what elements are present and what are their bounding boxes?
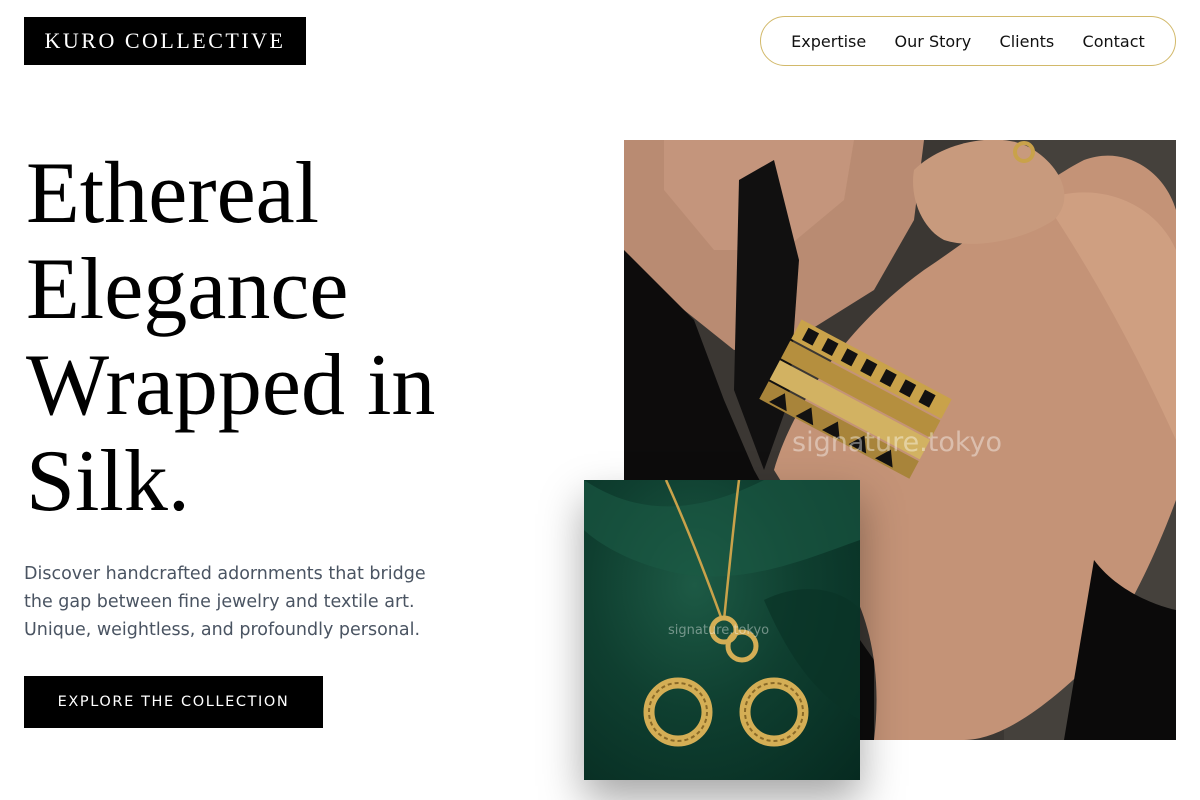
main-nav: Expertise Our Story Clients Contact (760, 16, 1176, 66)
brand-logo-text: KURO COLLECTIVE (44, 28, 286, 53)
hero-description: Discover handcrafted adornments that bri… (24, 560, 474, 644)
hero-description-line: Unique, weightless, and profoundly perso… (24, 620, 421, 640)
hero-headline-line: Wrapped in (26, 337, 436, 434)
hero-headline-line: Silk. (26, 433, 190, 530)
nav-item-contact[interactable]: Contact (1083, 32, 1145, 51)
nav-item-expertise[interactable]: Expertise (791, 32, 866, 51)
jewelry-detail-photo: signature.tokyo (584, 480, 860, 780)
hero-headline-line: Ethereal (26, 145, 320, 242)
nav-item-clients[interactable]: Clients (1000, 32, 1055, 51)
nav-item-our-story[interactable]: Our Story (895, 32, 972, 51)
hero-description-line: Discover handcrafted adornments that bri… (24, 564, 426, 584)
hero-headline: Ethereal Elegance Wrapped in Silk. (26, 146, 586, 530)
hero-description-line: the gap between fine jewelry and textile… (24, 592, 415, 612)
brand-logo[interactable]: KURO COLLECTIVE (24, 17, 306, 65)
inset-photo-watermark: signature.tokyo (668, 623, 770, 638)
explore-collection-button[interactable]: EXPLORE THE COLLECTION (24, 676, 323, 728)
main-photo-watermark: signature.tokyo (792, 427, 1003, 458)
hero-headline-line: Elegance (26, 241, 349, 338)
